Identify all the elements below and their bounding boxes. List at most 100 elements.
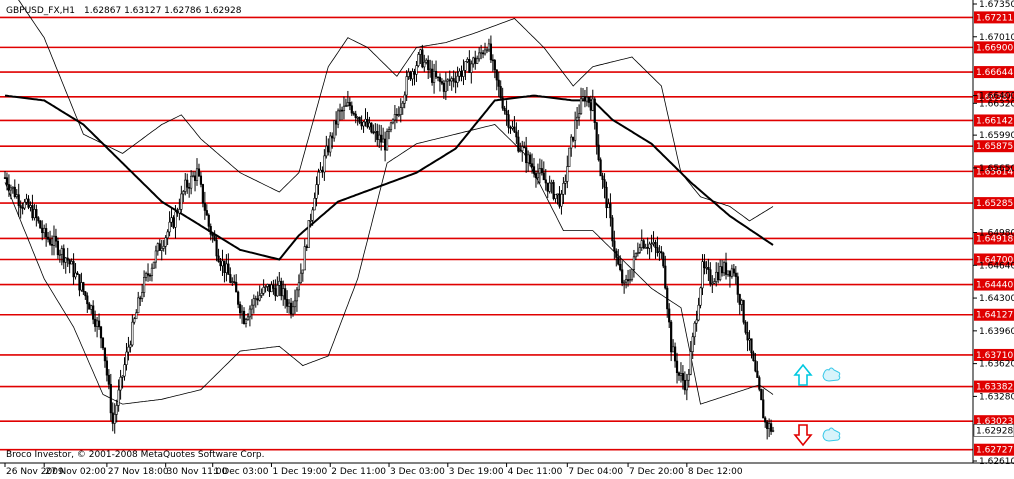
candle-body — [530, 163, 534, 167]
candle-body — [184, 179, 187, 192]
candle-body — [536, 172, 540, 179]
candle-body — [123, 364, 126, 377]
candle-body — [440, 81, 444, 84]
candle-body — [262, 287, 265, 294]
candle-body — [258, 295, 261, 301]
candle-body — [766, 421, 769, 429]
candle-body — [760, 389, 763, 401]
time-tick-label: 4 Dec 11:00 — [508, 467, 563, 477]
candle-body — [313, 197, 316, 211]
candle-body — [487, 43, 491, 51]
chart-canvas[interactable]: 1.672111.669001.666441.663871.661421.658… — [0, 0, 1014, 479]
candle-body — [446, 79, 449, 82]
candle-body — [511, 126, 514, 129]
candle-body — [454, 80, 457, 83]
candle-body — [15, 194, 18, 197]
candle-body — [231, 281, 234, 283]
candle-body — [617, 257, 620, 265]
candle-body — [646, 247, 649, 249]
candle-body — [738, 294, 741, 305]
candle-body — [62, 248, 65, 263]
candle-body — [105, 360, 108, 376]
candle-body — [689, 351, 692, 375]
candle-body — [252, 298, 255, 306]
candle-body — [393, 114, 396, 121]
candle-body — [503, 107, 506, 112]
level-label: 1.64440 — [976, 281, 1013, 291]
candle-body — [121, 375, 124, 378]
candle-body — [636, 252, 639, 254]
candle-body — [348, 102, 351, 107]
candle-body — [150, 267, 154, 276]
candle-body — [574, 120, 577, 141]
candle-body — [562, 182, 565, 195]
level-label: 1.66644 — [976, 68, 1013, 78]
candle-body — [650, 243, 653, 245]
candle-body — [748, 338, 751, 341]
candle-body — [460, 70, 463, 77]
candle-body — [722, 262, 726, 274]
candle-body — [13, 186, 16, 197]
candle-body — [21, 207, 24, 209]
price-tick-label: 1.66320 — [979, 99, 1014, 109]
candle-body — [660, 251, 663, 254]
candle-body — [542, 172, 545, 181]
candle-body — [560, 193, 563, 207]
level-label: 1.65285 — [976, 199, 1013, 209]
candle-body — [489, 43, 493, 61]
candle-body — [515, 131, 518, 138]
candle-body — [139, 297, 142, 300]
candle-body — [444, 80, 447, 92]
candle-body — [107, 374, 110, 385]
candle-body — [52, 235, 56, 246]
candle-body — [474, 57, 477, 64]
candle-body — [497, 79, 500, 87]
candle-body — [307, 220, 310, 248]
price-tick-label: 1.67010 — [979, 33, 1014, 43]
candle-body — [411, 71, 414, 80]
candle-body — [648, 243, 651, 249]
candle-body — [33, 209, 36, 219]
time-tick-label: 7 Dec 20:00 — [629, 467, 684, 477]
candle-body — [707, 267, 710, 270]
candle-body — [66, 257, 69, 261]
candle-body — [532, 166, 536, 174]
candle-body — [346, 102, 349, 106]
candle-body — [242, 310, 246, 324]
candle-body — [419, 49, 422, 55]
candle-body — [80, 282, 83, 291]
candle-body — [137, 297, 140, 314]
candle-body — [72, 261, 75, 278]
candle-body — [254, 298, 257, 300]
candle-body — [724, 262, 728, 275]
candle-body — [356, 117, 359, 119]
candle-body — [509, 126, 512, 129]
candle-body — [221, 260, 224, 267]
candle-body — [352, 112, 355, 115]
candle-body — [754, 360, 757, 372]
candle-body — [101, 337, 105, 349]
candle-body — [23, 201, 26, 209]
candle-body — [244, 319, 248, 324]
candle-body — [740, 300, 743, 305]
candle-body — [144, 273, 148, 278]
candle-body — [299, 272, 302, 284]
candle-body — [505, 110, 508, 115]
candle-body — [550, 182, 553, 184]
candle-body — [407, 71, 410, 77]
candle-body — [74, 272, 77, 278]
price-chart[interactable]: 1.67211 1.66900 1.66644 1.66387 1.66142 1.658… — [0, 0, 1014, 479]
candle-body — [340, 109, 344, 112]
candle-body — [197, 168, 201, 177]
price-tick-label: 1.64980 — [979, 229, 1014, 239]
candle-body — [82, 282, 85, 293]
candle-body — [213, 235, 216, 241]
candle-body — [389, 122, 393, 131]
candle-body — [384, 138, 387, 151]
candle-body — [86, 295, 89, 305]
candle-body — [260, 292, 263, 296]
candle-body — [319, 169, 322, 173]
candle-body — [458, 70, 461, 77]
level-label: 1.67211 — [976, 13, 1013, 23]
candle-body — [711, 282, 714, 285]
